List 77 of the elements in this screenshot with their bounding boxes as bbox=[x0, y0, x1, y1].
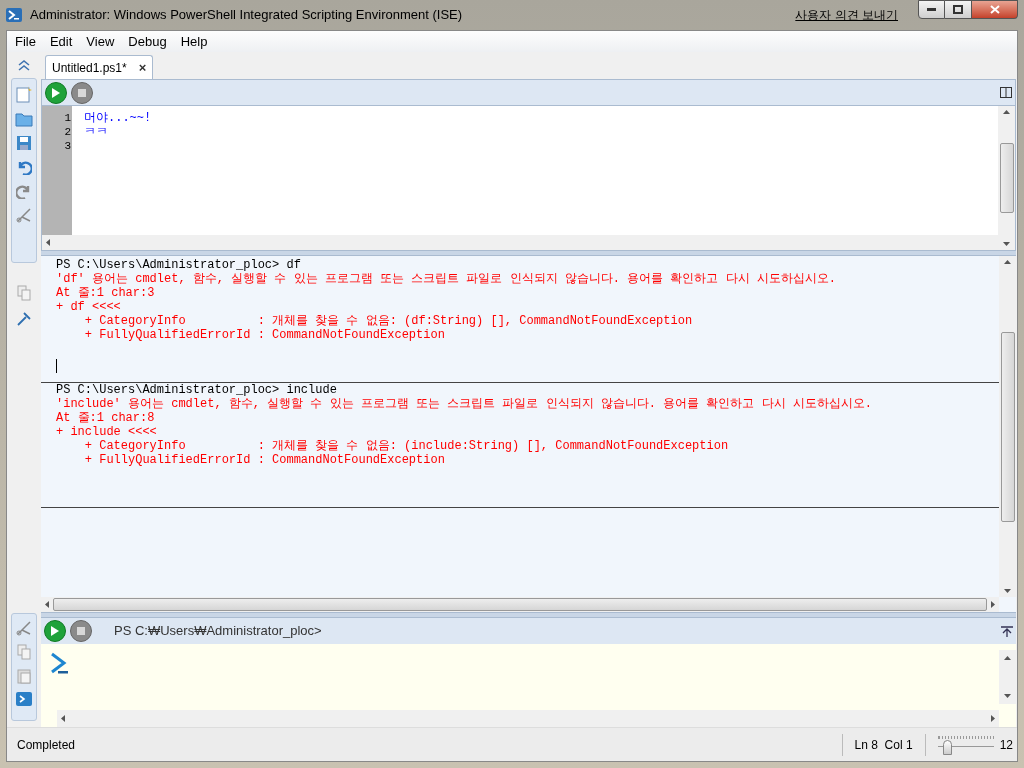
run-button[interactable] bbox=[44, 620, 66, 642]
error-line: + FullyQualifiedErrorId : CommandNotFoundException bbox=[83, 453, 445, 467]
stop-button[interactable] bbox=[71, 81, 93, 104]
feedback-link[interactable]: 사용자 의견 보내기 bbox=[795, 6, 898, 24]
error-line: At 줄:1 char:8 bbox=[56, 411, 155, 425]
scroll-left-icon[interactable] bbox=[61, 715, 65, 722]
minimize-button[interactable] bbox=[918, 0, 945, 19]
scroll-up-icon[interactable] bbox=[1003, 110, 1010, 114]
play-icon bbox=[51, 626, 59, 636]
error-line: + CategoryInfo : 개체를 찾을 수 없음: (df:String) [], CommandNotFoundException bbox=[83, 314, 693, 328]
error-line: + CategoryInfo : 개체를 찾을 수 없음: (include:String) [], CommandNotFoundException bbox=[83, 439, 729, 453]
play-icon bbox=[52, 87, 60, 98]
line-number: 2 bbox=[64, 125, 71, 139]
scroll-down-icon[interactable] bbox=[1003, 242, 1010, 246]
line-number: 3 bbox=[64, 139, 71, 153]
menu-item[interactable]: Debug bbox=[128, 31, 167, 52]
tab-close-button[interactable]: × bbox=[138, 61, 147, 74]
menu-item[interactable]: View bbox=[86, 31, 115, 52]
vertical-scrollbar[interactable] bbox=[999, 256, 1016, 597]
error-line: 'df' 용어는 cmdlet, 함수, 실행할 수 있는 프로그램 또는 스크립트 파일로 인식되지 않습니다. 용어를 확인하고 다시 시도하십시오. bbox=[56, 272, 837, 286]
scroll-down-icon[interactable] bbox=[1004, 589, 1011, 593]
error-line: + FullyQualifiedErrorId : CommandNotFoundException bbox=[83, 328, 445, 342]
stop-button[interactable] bbox=[70, 620, 92, 642]
error-line: + df <<<< bbox=[56, 300, 121, 314]
minimize-icon bbox=[927, 8, 936, 11]
maximize-button[interactable] bbox=[945, 0, 972, 19]
open-folder-icon[interactable] bbox=[15, 111, 33, 127]
code-line: ㅋㅋ bbox=[84, 125, 108, 139]
scroll-up-icon[interactable] bbox=[1004, 260, 1011, 264]
collapse-icon[interactable] bbox=[17, 58, 31, 72]
powershell-logo-icon bbox=[6, 8, 22, 22]
prompt-line: PS C:\Users\Administrator_ploc> df bbox=[56, 258, 301, 272]
error-line: + include <<<< bbox=[56, 425, 157, 439]
zoom-slider[interactable] bbox=[937, 733, 994, 756]
scroll-left-icon[interactable] bbox=[45, 601, 49, 608]
scroll-right-icon[interactable] bbox=[991, 601, 995, 608]
close-button[interactable] bbox=[972, 0, 1018, 19]
text-caret bbox=[56, 359, 57, 373]
brush-icon[interactable] bbox=[16, 311, 32, 327]
vertical-scrollbar[interactable] bbox=[998, 106, 1015, 250]
horizontal-scrollbar[interactable] bbox=[41, 597, 999, 612]
save-icon[interactable] bbox=[16, 135, 32, 151]
close-icon bbox=[989, 5, 1000, 14]
redo-icon[interactable] bbox=[16, 183, 32, 199]
console-icon[interactable] bbox=[16, 692, 32, 706]
zoom-value: 12 bbox=[999, 736, 1013, 754]
status-text: Completed bbox=[17, 736, 76, 754]
scroll-down-icon[interactable] bbox=[1004, 694, 1011, 698]
vertical-scrollbar[interactable] bbox=[999, 650, 1016, 704]
powershell-prompt-icon bbox=[49, 652, 69, 674]
maximize-icon bbox=[953, 5, 963, 14]
split-pane-icon[interactable] bbox=[1000, 87, 1012, 98]
stop-icon bbox=[77, 627, 85, 635]
code-line: 머야...~~! bbox=[84, 111, 152, 125]
menu-item[interactable]: File bbox=[15, 31, 36, 52]
scissors-icon[interactable] bbox=[16, 620, 32, 636]
horizontal-scrollbar[interactable] bbox=[57, 710, 999, 727]
horizontal-scrollbar[interactable] bbox=[42, 235, 998, 250]
script-tab[interactable]: Untitled1.ps1* × bbox=[45, 55, 154, 79]
undo-icon[interactable] bbox=[16, 159, 32, 175]
error-line: At 줄:1 char:3 bbox=[56, 286, 155, 300]
cursor-position: Ln 8 Col 1 bbox=[854, 736, 913, 754]
prompt-line: PS C:\Users\Administrator_ploc> include bbox=[56, 383, 337, 397]
prompt-path: PS C:₩Users₩Administrator_ploc> bbox=[114, 622, 322, 641]
slider-thumb[interactable] bbox=[943, 739, 953, 755]
error-line: 'include' 용어는 cmdlet, 함수, 실행할 수 있는 프로그램 또는 스크립트 파일로 인식되지 않습니다. 용어를 확인하고 다시 시도하십시오. bbox=[56, 397, 873, 411]
menu-item[interactable]: Edit bbox=[49, 31, 73, 52]
window-title: Administrator: Windows PowerShell Integrated Scripting Environment (ISE) bbox=[30, 6, 463, 25]
stop-icon bbox=[78, 88, 86, 97]
scroll-up-icon[interactable] bbox=[1004, 656, 1011, 660]
scroll-right-icon[interactable] bbox=[991, 715, 995, 722]
scissors-icon[interactable] bbox=[16, 207, 32, 223]
scroll-left-icon[interactable] bbox=[46, 239, 50, 246]
menu-item[interactable]: Help bbox=[180, 31, 208, 52]
run-button[interactable] bbox=[45, 81, 67, 104]
line-number: 1 bbox=[64, 111, 71, 125]
pin-to-top-icon[interactable] bbox=[1001, 625, 1013, 637]
